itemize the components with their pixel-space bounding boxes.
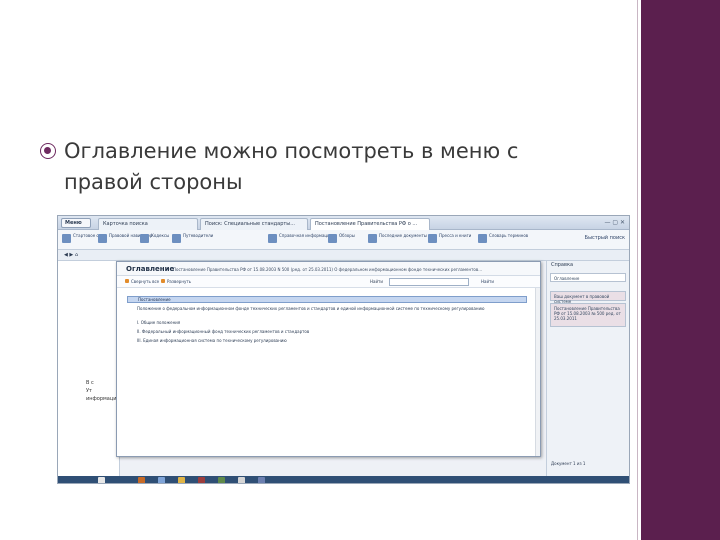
- toc-search-input[interactable]: [389, 278, 469, 286]
- tab-bar: Меню Карточка поиска Поиск: Специальные …: [58, 216, 629, 230]
- toolbar-press[interactable]: Пресса и книги: [428, 233, 471, 247]
- taskbar: [58, 476, 629, 483]
- tab-search-results[interactable]: Поиск: Специальные стандарты...: [200, 218, 308, 230]
- toolbar-latest-docs[interactable]: Последние документы: [368, 233, 427, 247]
- navigation-bar: ◀ ▶ ⌂: [58, 250, 629, 261]
- bullet-line-1: Оглавление можно посмотреть в меню с: [64, 139, 519, 163]
- window-controls-icon[interactable]: — ▢ ✕: [604, 219, 625, 226]
- left-pane: В с Ут информаци: [58, 261, 120, 476]
- bullet-line-2: правой стороны: [64, 170, 243, 194]
- toc-item[interactable]: III. Единая информационная система по те…: [137, 338, 287, 344]
- tab-search-card[interactable]: Карточка поиска: [98, 218, 198, 230]
- main-toolbar: Стартовое окно Правовой навигатор Кодекс…: [58, 230, 629, 250]
- toc-selected-item[interactable]: Постановление: [127, 296, 527, 303]
- toc-window: Оглавление Постановление Правительства Р…: [116, 261, 541, 457]
- right-pane-header: Справка: [551, 262, 574, 268]
- right-pane-doc-info: Постановление Правительства РФ от 15.08.…: [550, 303, 626, 327]
- nav-arrows-icon[interactable]: ◀ ▶ ⌂: [64, 252, 78, 258]
- decorative-divider: [637, 0, 638, 540]
- left-pane-text: В с Ут информаци: [86, 380, 117, 402]
- toc-item[interactable]: II. Федеральный информационный фонд техн…: [137, 329, 309, 335]
- find-button[interactable]: Найти: [481, 279, 494, 284]
- app-screenshot: Меню Карточка поиска Поиск: Специальные …: [57, 215, 630, 484]
- collapse-all-button[interactable]: Свернуть все: [125, 279, 159, 284]
- toc-scrollbar[interactable]: [535, 288, 540, 456]
- right-pane-context[interactable]: Ваш документ в правовой системе: [550, 291, 626, 304]
- toc-toolbar: Свернуть все Развернуть Найти Найти: [117, 276, 540, 288]
- right-pane-toc-link[interactable]: Оглавление: [550, 273, 626, 282]
- toc-header: Оглавление Постановление Правительства Р…: [117, 262, 540, 276]
- app-icon[interactable]: [198, 477, 205, 483]
- toc-document-name: Постановление Правительства РФ от 15.08.…: [173, 267, 483, 272]
- toolbar-guides[interactable]: Путеводители: [172, 233, 213, 247]
- toc-item[interactable]: I. Общие положения: [137, 320, 180, 326]
- tab-document[interactable]: Постановление Правительства РФ о ...: [310, 218, 430, 230]
- app-icon[interactable]: [158, 477, 165, 483]
- toolbar-codes[interactable]: Кодексы: [140, 233, 169, 247]
- app-icon[interactable]: [138, 477, 145, 483]
- toc-title: Оглавление: [126, 265, 175, 273]
- toc-item[interactable]: Положение о федеральном информационном ф…: [137, 306, 517, 312]
- right-pane: Справка Оглавление Ваш документ в правов…: [546, 261, 629, 476]
- toolbar-reviews[interactable]: Обзоры: [328, 233, 355, 247]
- toolbar-dictionary[interactable]: Словарь терминов: [478, 233, 528, 247]
- app-icon[interactable]: [258, 477, 265, 483]
- app-icon[interactable]: [238, 477, 245, 483]
- decorative-band: [641, 0, 720, 540]
- app-icon[interactable]: [178, 477, 185, 483]
- toolbar-reference[interactable]: Справочная информация: [268, 233, 332, 247]
- slide-bullet: Оглавление можно посмотреть в меню с пра…: [40, 136, 582, 198]
- app-icon[interactable]: [218, 477, 225, 483]
- menu-button[interactable]: Меню: [61, 218, 91, 228]
- find-label: Найти: [370, 279, 383, 284]
- document-counter: Документ 1 из 1: [551, 461, 586, 466]
- quick-search-label[interactable]: Быстрый поиск: [585, 235, 625, 241]
- start-icon[interactable]: [98, 477, 105, 483]
- expand-button[interactable]: Развернуть: [161, 279, 191, 284]
- bullet-icon: [40, 143, 56, 159]
